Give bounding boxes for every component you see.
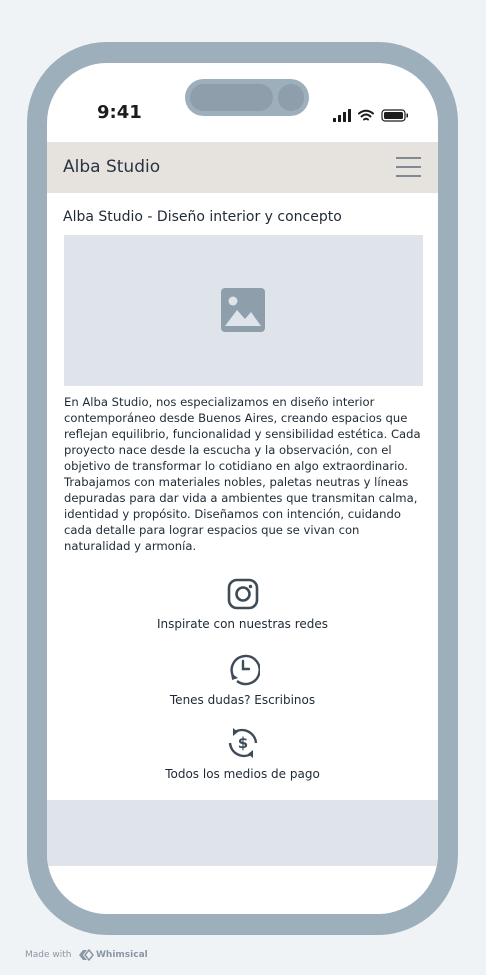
svg-text:$: $ <box>237 734 247 752</box>
feature-payment[interactable]: $ Todos los medios de pago <box>47 726 438 781</box>
battery-icon <box>381 109 408 122</box>
clock-icon <box>229 654 260 686</box>
wifi-icon <box>358 109 374 121</box>
payment-icon: $ <box>228 728 257 758</box>
phone-frame: 9:41 Alba Studio Alba Studio - Diseño in… <box>27 42 458 935</box>
image-placeholder-icon <box>221 288 265 332</box>
status-time: 9:41 <box>97 102 142 123</box>
whimsical-brand[interactable]: Whimsical <box>96 950 148 960</box>
feature-instagram[interactable]: Inspirate con nuestras redes <box>47 578 438 631</box>
footer-placeholder <box>47 800 438 866</box>
page-title: Alba Studio - Diseño interior y concepto <box>63 209 342 225</box>
dynamic-island <box>185 79 309 116</box>
signal-icon <box>333 109 351 122</box>
whimsical-logo-icon <box>79 949 94 961</box>
app-header: Alba Studio <box>47 142 438 193</box>
feature-label: Todos los medios de pago <box>165 767 320 781</box>
hero-image-placeholder <box>64 235 423 386</box>
feature-label: Inspirate con nuestras redes <box>156 617 329 631</box>
hamburger-menu-icon[interactable] <box>396 157 422 177</box>
feature-label: Tenes dudas? Escribinos <box>169 693 316 707</box>
brand-title[interactable]: Alba Studio <box>63 157 160 177</box>
island-pill <box>190 84 273 111</box>
status-icons <box>333 108 413 122</box>
feature-contact[interactable]: Tenes dudas? Escribinos <box>47 652 438 707</box>
about-description: En Alba Studio, nos especializamos en di… <box>64 395 421 553</box>
phone-screen: 9:41 Alba Studio Alba Studio - Diseño in… <box>47 63 438 914</box>
made-with-label: Made with <box>25 950 72 960</box>
instagram-icon <box>227 578 258 610</box>
island-camera <box>278 84 304 111</box>
